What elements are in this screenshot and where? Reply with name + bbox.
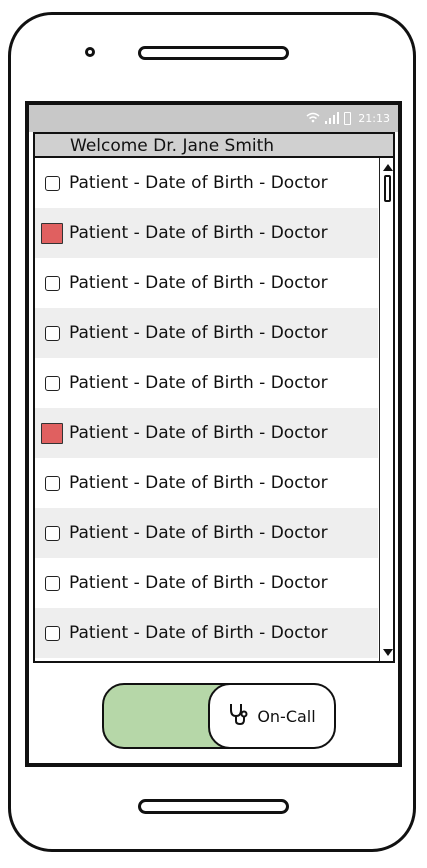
patient-row[interactable]: Patient - Date of Birth - Doctor	[35, 608, 378, 658]
patient-row[interactable]: Patient - Date of Birth - Doctor	[35, 408, 378, 458]
patient-row-label: Patient - Date of Birth - Doctor	[69, 473, 328, 493]
patient-row-label: Patient - Date of Birth - Doctor	[69, 323, 328, 343]
stethoscope-icon	[228, 702, 250, 730]
welcome-header: Welcome Dr. Jane Smith	[33, 132, 395, 158]
toggle-knob[interactable]: On-Call	[208, 683, 336, 749]
row-checkbox[interactable]	[45, 575, 60, 591]
on-call-label: On-Call	[257, 706, 316, 726]
patient-row-label: Patient - Date of Birth - Doctor	[69, 423, 328, 443]
patient-row-label: Patient - Date of Birth - Doctor	[69, 373, 328, 393]
row-checkbox[interactable]	[45, 625, 60, 641]
home-button[interactable]	[138, 799, 289, 814]
camera-icon	[85, 47, 95, 57]
row-checkbox[interactable]	[45, 475, 60, 491]
status-bar: 21:13	[29, 105, 398, 132]
patient-row-label: Patient - Date of Birth - Doctor	[69, 223, 328, 243]
row-checkbox[interactable]	[45, 175, 60, 191]
flag-indicator[interactable]	[41, 422, 63, 444]
scroll-down-arrow-icon[interactable]	[383, 649, 393, 656]
scrollbar[interactable]	[379, 158, 393, 661]
patient-row[interactable]: Patient - Date of Birth - Doctor	[35, 258, 378, 308]
patient-row-label: Patient - Date of Birth - Doctor	[69, 273, 328, 293]
row-checkbox[interactable]	[45, 275, 60, 291]
scroll-thumb[interactable]	[384, 175, 391, 202]
speaker-grille	[138, 46, 289, 60]
scroll-up-arrow-icon[interactable]	[383, 164, 393, 171]
patient-list[interactable]: Patient - Date of Birth - Doctor Patient …	[33, 158, 395, 663]
patient-row-label: Patient - Date of Birth - Doctor	[69, 573, 328, 593]
patient-row[interactable]: Patient - Date of Birth - Doctor	[35, 158, 378, 208]
patient-row[interactable]: Patient - Date of Birth - Doctor	[35, 358, 378, 408]
screen: 21:13 Welcome Dr. Jane Smith Patient - D…	[25, 101, 402, 767]
row-checkbox[interactable]	[45, 525, 60, 541]
status-time: 21:13	[358, 112, 390, 125]
on-call-toggle[interactable]: On-Call	[102, 683, 336, 749]
patient-row[interactable]: Patient - Date of Birth - Doctor	[35, 458, 378, 508]
signal-icon	[324, 111, 340, 126]
patient-row-label: Patient - Date of Birth - Doctor	[69, 623, 328, 643]
battery-icon	[344, 112, 352, 125]
welcome-text: Welcome Dr. Jane Smith	[70, 136, 275, 156]
wifi-icon	[306, 112, 320, 125]
patient-row[interactable]: Patient - Date of Birth - Doctor	[35, 558, 378, 608]
row-checkbox[interactable]	[45, 325, 60, 341]
patient-row[interactable]: Patient - Date of Birth - Doctor	[35, 308, 378, 358]
flag-indicator[interactable]	[41, 222, 63, 244]
patient-row-label: Patient - Date of Birth - Doctor	[69, 523, 328, 543]
row-checkbox[interactable]	[45, 375, 60, 391]
patient-row[interactable]: Patient - Date of Birth - Doctor	[35, 508, 378, 558]
patient-row[interactable]: Patient - Date of Birth - Doctor	[35, 208, 378, 258]
patient-row-label: Patient - Date of Birth - Doctor	[69, 173, 328, 193]
